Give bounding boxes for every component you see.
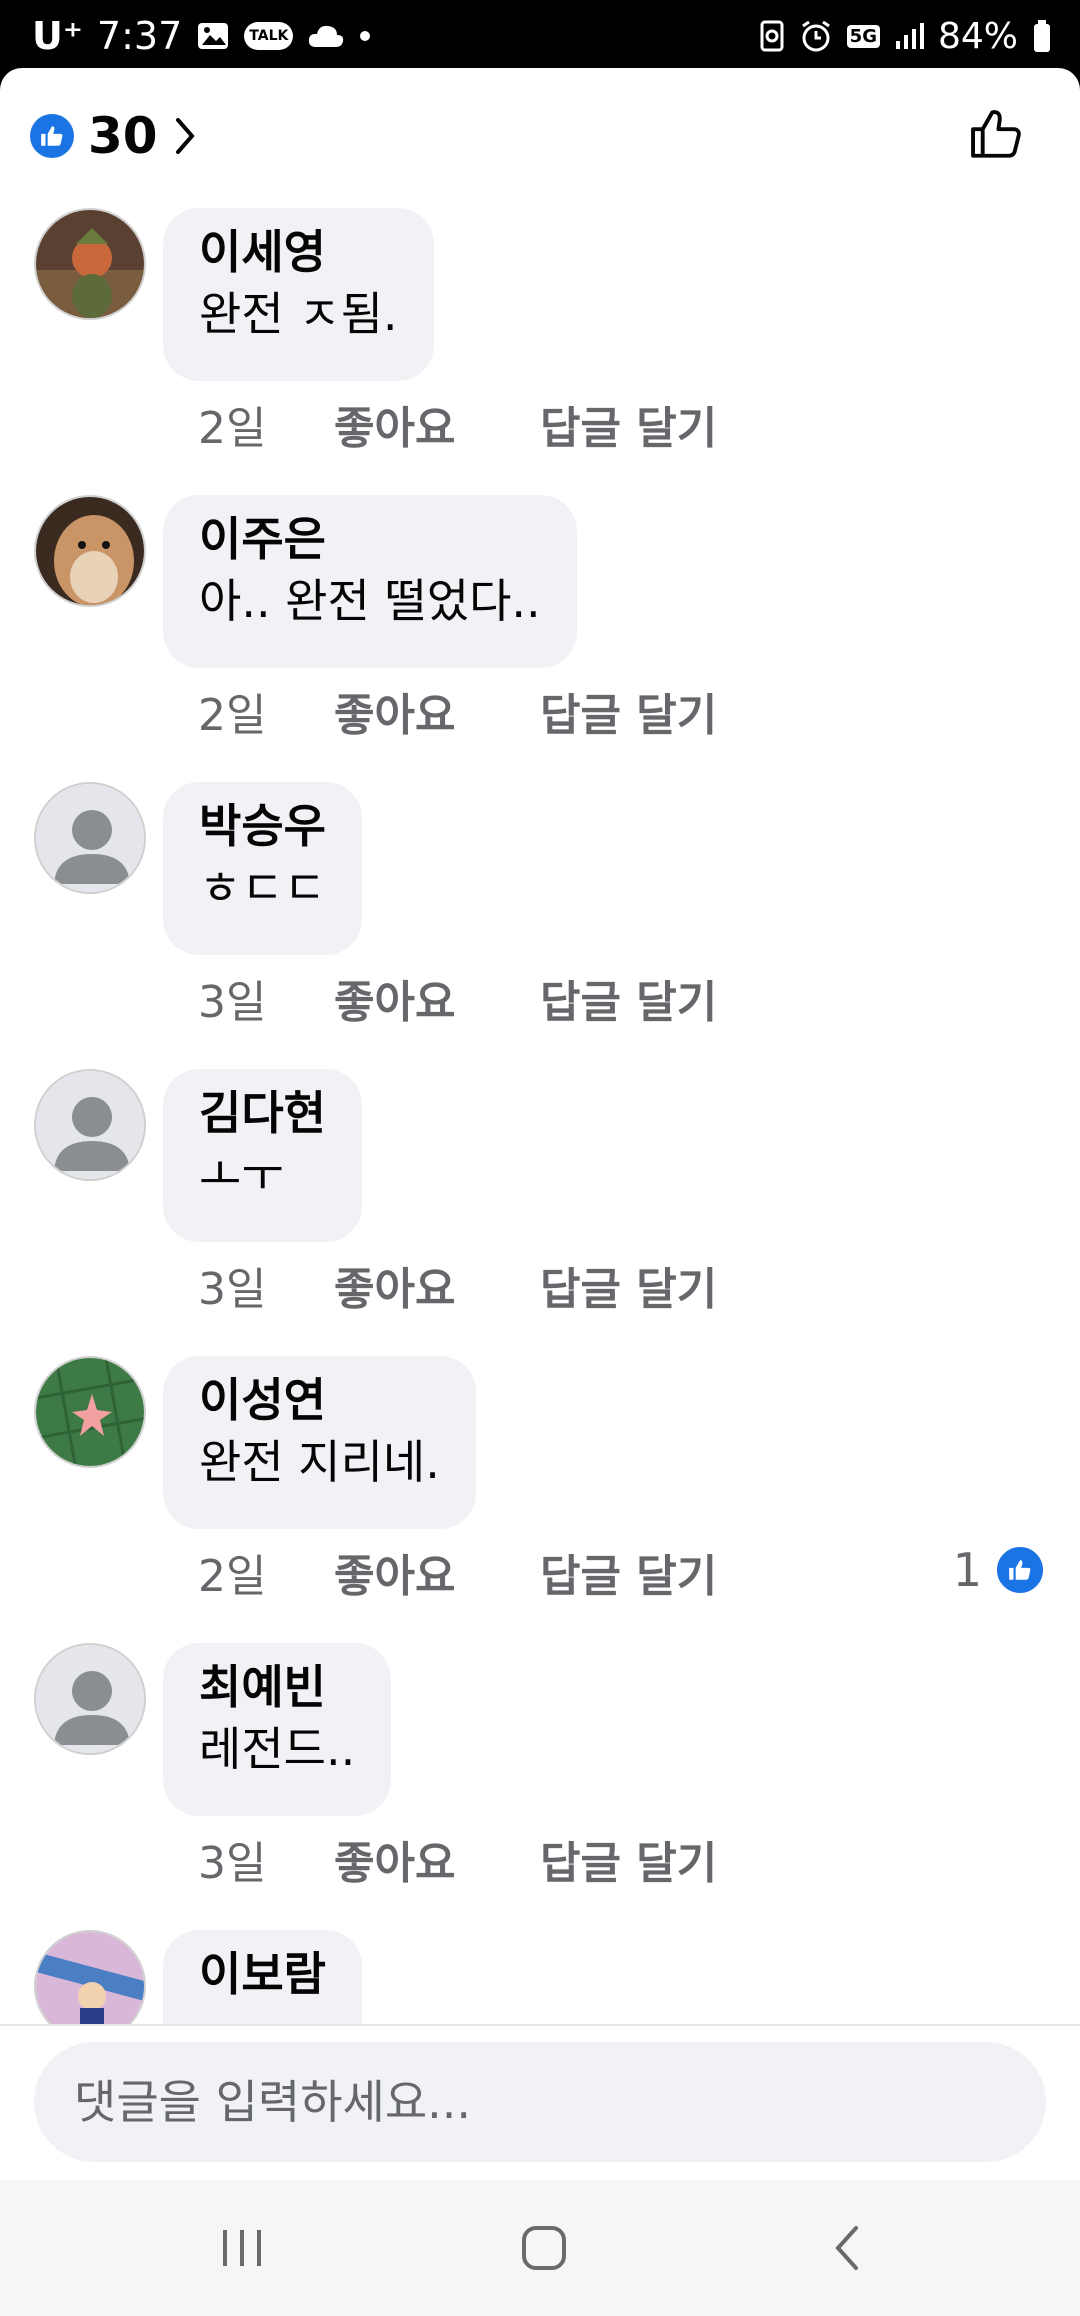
hamster-avatar[interactable] [34, 495, 146, 607]
comment-reply-button[interactable]: 답글 달기 [540, 966, 717, 1030]
carrier-label: U⁺ [32, 14, 83, 58]
comment-author[interactable]: 이세영 [199, 222, 398, 282]
comment-list: 이세영 완전 ㅈ됨. 2일 좋아요 답글 달기 이주은 아.. 완전 떨었다..… [0, 208, 1080, 2180]
comment-author[interactable]: 최예빈 [199, 1657, 355, 1717]
system-nav-bar [0, 2180, 1080, 2316]
status-bar-left: U⁺ 7:37 TALK [32, 8, 371, 64]
comment-actions: 3일 좋아요 답글 달기 [198, 970, 717, 1028]
clock: 7:37 [96, 14, 183, 58]
comment-like-button[interactable]: 좋아요 [334, 1253, 540, 1317]
comment-reply-button[interactable]: 답글 달기 [540, 1253, 717, 1317]
reaction-summary[interactable]: 30 [30, 104, 196, 168]
comment-text: ㅎㄷㄷ [199, 861, 326, 915]
like-reaction-icon [30, 114, 74, 158]
comment-text: 레전드.. [199, 1722, 356, 1776]
comment-text: 완전 ㅈ됨. [199, 287, 398, 341]
comment-actions: 2일 좋아요 답글 달기 [198, 683, 717, 741]
home-icon [520, 2224, 568, 2276]
comment-reply-button[interactable]: 답글 달기 [540, 1540, 717, 1604]
comment-reply-button[interactable]: 답글 달기 [540, 392, 717, 456]
comment-time: 2일 [198, 403, 267, 454]
comment-actions: 2일 좋아요 답글 달기 [198, 396, 717, 454]
chevron-right-icon [174, 116, 196, 156]
comment-actions: 3일 좋아요 답글 달기 [198, 1831, 717, 1889]
comment-like-button[interactable]: 좋아요 [334, 1540, 540, 1604]
signal-icon [894, 21, 924, 51]
comment-author[interactable]: 이보람 [199, 1944, 326, 2004]
default-avatar[interactable] [34, 1069, 146, 1181]
home-button[interactable] [504, 2210, 584, 2290]
default-avatar[interactable] [34, 1643, 146, 1755]
comment-like-button[interactable]: 좋아요 [334, 966, 540, 1030]
comment-like-button[interactable]: 좋아요 [334, 679, 540, 743]
battery-percent: 84% [937, 15, 1018, 57]
comment-item: 이주은 아.. 완전 떨었다.. 2일 좋아요 답글 달기 [0, 495, 1080, 782]
comment-bubble: 이세영 완전 ㅈ됨. [163, 208, 434, 381]
comment-reply-button[interactable]: 답글 달기 [540, 679, 717, 743]
comment-bubble: 이성연 완전 지리네. [163, 1356, 476, 1529]
comment-time: 3일 [198, 977, 267, 1028]
comment-bubble: 김다현 ㅗㅜ [163, 1069, 362, 1242]
comment-text: 완전 지리네. [199, 1435, 440, 1489]
like-reaction-icon [994, 1544, 1046, 1596]
cloud-icon [307, 23, 345, 49]
data-saver-icon [759, 20, 785, 52]
comment-item: 최예빈 레전드.. 3일 좋아요 답글 달기 [0, 1643, 1080, 1930]
comment-time: 2일 [198, 690, 267, 741]
comment-composer [0, 2024, 1080, 2180]
network-type-icon: 5G [846, 24, 880, 48]
comment-text: 아.. 완전 떨었다.. [199, 574, 541, 628]
starfish-avatar[interactable] [34, 1356, 146, 1468]
reaction-count: 30 [88, 107, 158, 165]
comment-reply-button[interactable]: 답글 달기 [540, 1827, 717, 1891]
dot-icon [359, 30, 371, 42]
gallery-icon [196, 21, 230, 51]
comment-time: 3일 [198, 1264, 267, 1315]
character-avatar[interactable] [34, 208, 146, 320]
comment-actions: 3일 좋아요 답글 달기 [198, 1257, 717, 1315]
comment-time: 2일 [198, 1551, 267, 1602]
kakaotalk-icon: TALK [244, 22, 294, 50]
battery-icon [1032, 19, 1052, 53]
comment-time: 3일 [198, 1838, 267, 1889]
thumbs-up-icon [967, 105, 1025, 167]
back-icon [830, 2224, 862, 2276]
comment-input[interactable] [34, 2042, 1046, 2162]
recents-button[interactable] [202, 2210, 282, 2290]
comment-author[interactable]: 박승우 [199, 796, 326, 856]
like-post-button[interactable] [964, 104, 1028, 168]
comments-sheet: 30 이세영 완전 ㅈ됨. 2일 좋아요 답글 달기 이주은 아.. 완전 떨었… [0, 68, 1080, 2180]
sheet-header: 30 [0, 68, 1080, 198]
comment-text: ㅗㅜ [199, 1148, 284, 1202]
comment-bubble: 이주은 아.. 완전 떨었다.. [163, 495, 577, 668]
status-bar-right: 5G 84% [759, 8, 1052, 64]
comment-author[interactable]: 김다현 [199, 1083, 326, 1143]
comment-reactions[interactable]: 1 [953, 1542, 1046, 1598]
comment-reaction-count: 1 [952, 1543, 982, 1597]
status-bar: U⁺ 7:37 TALK 5G 84% [0, 0, 1080, 68]
comment-item: 김다현 ㅗㅜ 3일 좋아요 답글 달기 [0, 1069, 1080, 1356]
comment-like-button[interactable]: 좋아요 [334, 392, 540, 456]
comment-bubble: 최예빈 레전드.. [163, 1643, 392, 1816]
comment-actions: 2일 좋아요 답글 달기 [198, 1544, 1048, 1602]
default-avatar[interactable] [34, 782, 146, 894]
comment-author[interactable]: 이주은 [199, 509, 541, 569]
comment-author[interactable]: 이성연 [199, 1370, 440, 1430]
comment-item: 이세영 완전 ㅈ됨. 2일 좋아요 답글 달기 [0, 208, 1080, 495]
back-button[interactable] [806, 2210, 886, 2290]
comment-item: 이성연 완전 지리네. 2일 좋아요 답글 달기 1 [0, 1356, 1080, 1643]
comment-like-button[interactable]: 좋아요 [334, 1827, 540, 1891]
recents-icon [217, 2226, 267, 2274]
alarm-icon [799, 19, 833, 53]
comment-item: 박승우 ㅎㄷㄷ 3일 좋아요 답글 달기 [0, 782, 1080, 1069]
comment-bubble: 박승우 ㅎㄷㄷ [163, 782, 362, 955]
